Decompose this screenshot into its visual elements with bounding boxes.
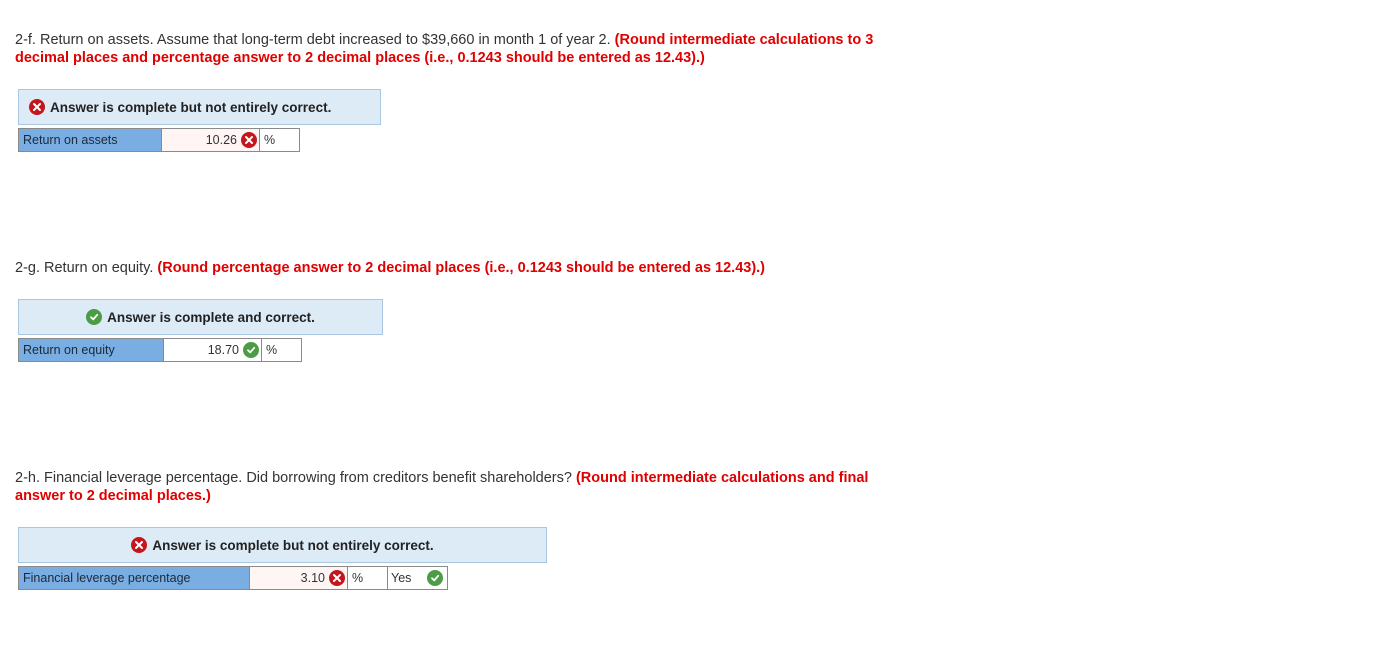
financial-leverage-input[interactable]: 3.10 xyxy=(250,567,348,589)
banner-text: Answer is complete but not entirely corr… xyxy=(152,537,434,553)
question-2g-prompt: 2-g. Return on equity. xyxy=(15,260,154,276)
banner-text: Answer is complete and correct. xyxy=(107,309,315,325)
question-2f-text: 2-f. Return on assets. Assume that long-… xyxy=(15,31,873,67)
return-on-assets-input[interactable]: 10.26 xyxy=(162,129,260,151)
question-2h-instruction-1: (Round intermediate calculations and fin… xyxy=(575,470,869,486)
question-2g-text: 2-g. Return on equity. (Round percentage… xyxy=(15,259,765,277)
question-2h-instruction-2: answer to 2 decimal places.) xyxy=(15,488,211,504)
correct-icon xyxy=(86,309,103,325)
incorrect-icon xyxy=(241,132,257,148)
return-on-equity-input[interactable]: 18.70 xyxy=(164,339,262,361)
banner-text: Answer is complete but not entirely corr… xyxy=(50,99,332,115)
unit-label: % xyxy=(260,129,299,151)
question-2h-prompt: 2-h. Financial leverage percentage. Did … xyxy=(15,470,572,486)
answer-row-return-on-assets: Return on assets 10.26 % xyxy=(18,128,300,152)
answer-status-banner-2g: Answer is complete and correct. xyxy=(18,299,383,335)
row-label: Financial leverage percentage xyxy=(19,567,250,589)
question-2f-instruction-1: (Round intermediate calculations to 3 xyxy=(614,32,874,48)
correct-icon xyxy=(427,570,443,586)
incorrect-icon xyxy=(131,537,148,553)
row-label: Return on assets xyxy=(19,129,162,151)
question-2f-prompt: 2-f. Return on assets. Assume that long-… xyxy=(15,32,611,48)
answer-row-financial-leverage: Financial leverage percentage 3.10 % Yes xyxy=(18,566,448,590)
question-2f-instruction-2: decimal places and percentage answer to … xyxy=(15,50,705,66)
input-value: 3.10 xyxy=(300,571,325,585)
benefit-shareholders-select[interactable]: Yes xyxy=(387,567,447,589)
incorrect-icon xyxy=(329,570,345,586)
unit-label: % xyxy=(348,567,387,589)
unit-label: % xyxy=(262,339,301,361)
answer-status-banner-2f: Answer is complete but not entirely corr… xyxy=(18,89,381,125)
row-label: Return on equity xyxy=(19,339,164,361)
select-value: Yes xyxy=(391,571,412,585)
question-2g-instruction: (Round percentage answer to 2 decimal pl… xyxy=(157,260,766,276)
answer-status-banner-2h: Answer is complete but not entirely corr… xyxy=(18,527,547,563)
correct-icon xyxy=(243,342,259,358)
input-value: 18.70 xyxy=(207,343,239,357)
question-2h-text: 2-h. Financial leverage percentage. Did … xyxy=(15,469,868,505)
incorrect-icon xyxy=(29,99,45,115)
input-value: 10.26 xyxy=(205,133,237,147)
answer-row-return-on-equity: Return on equity 18.70 % xyxy=(18,338,302,362)
